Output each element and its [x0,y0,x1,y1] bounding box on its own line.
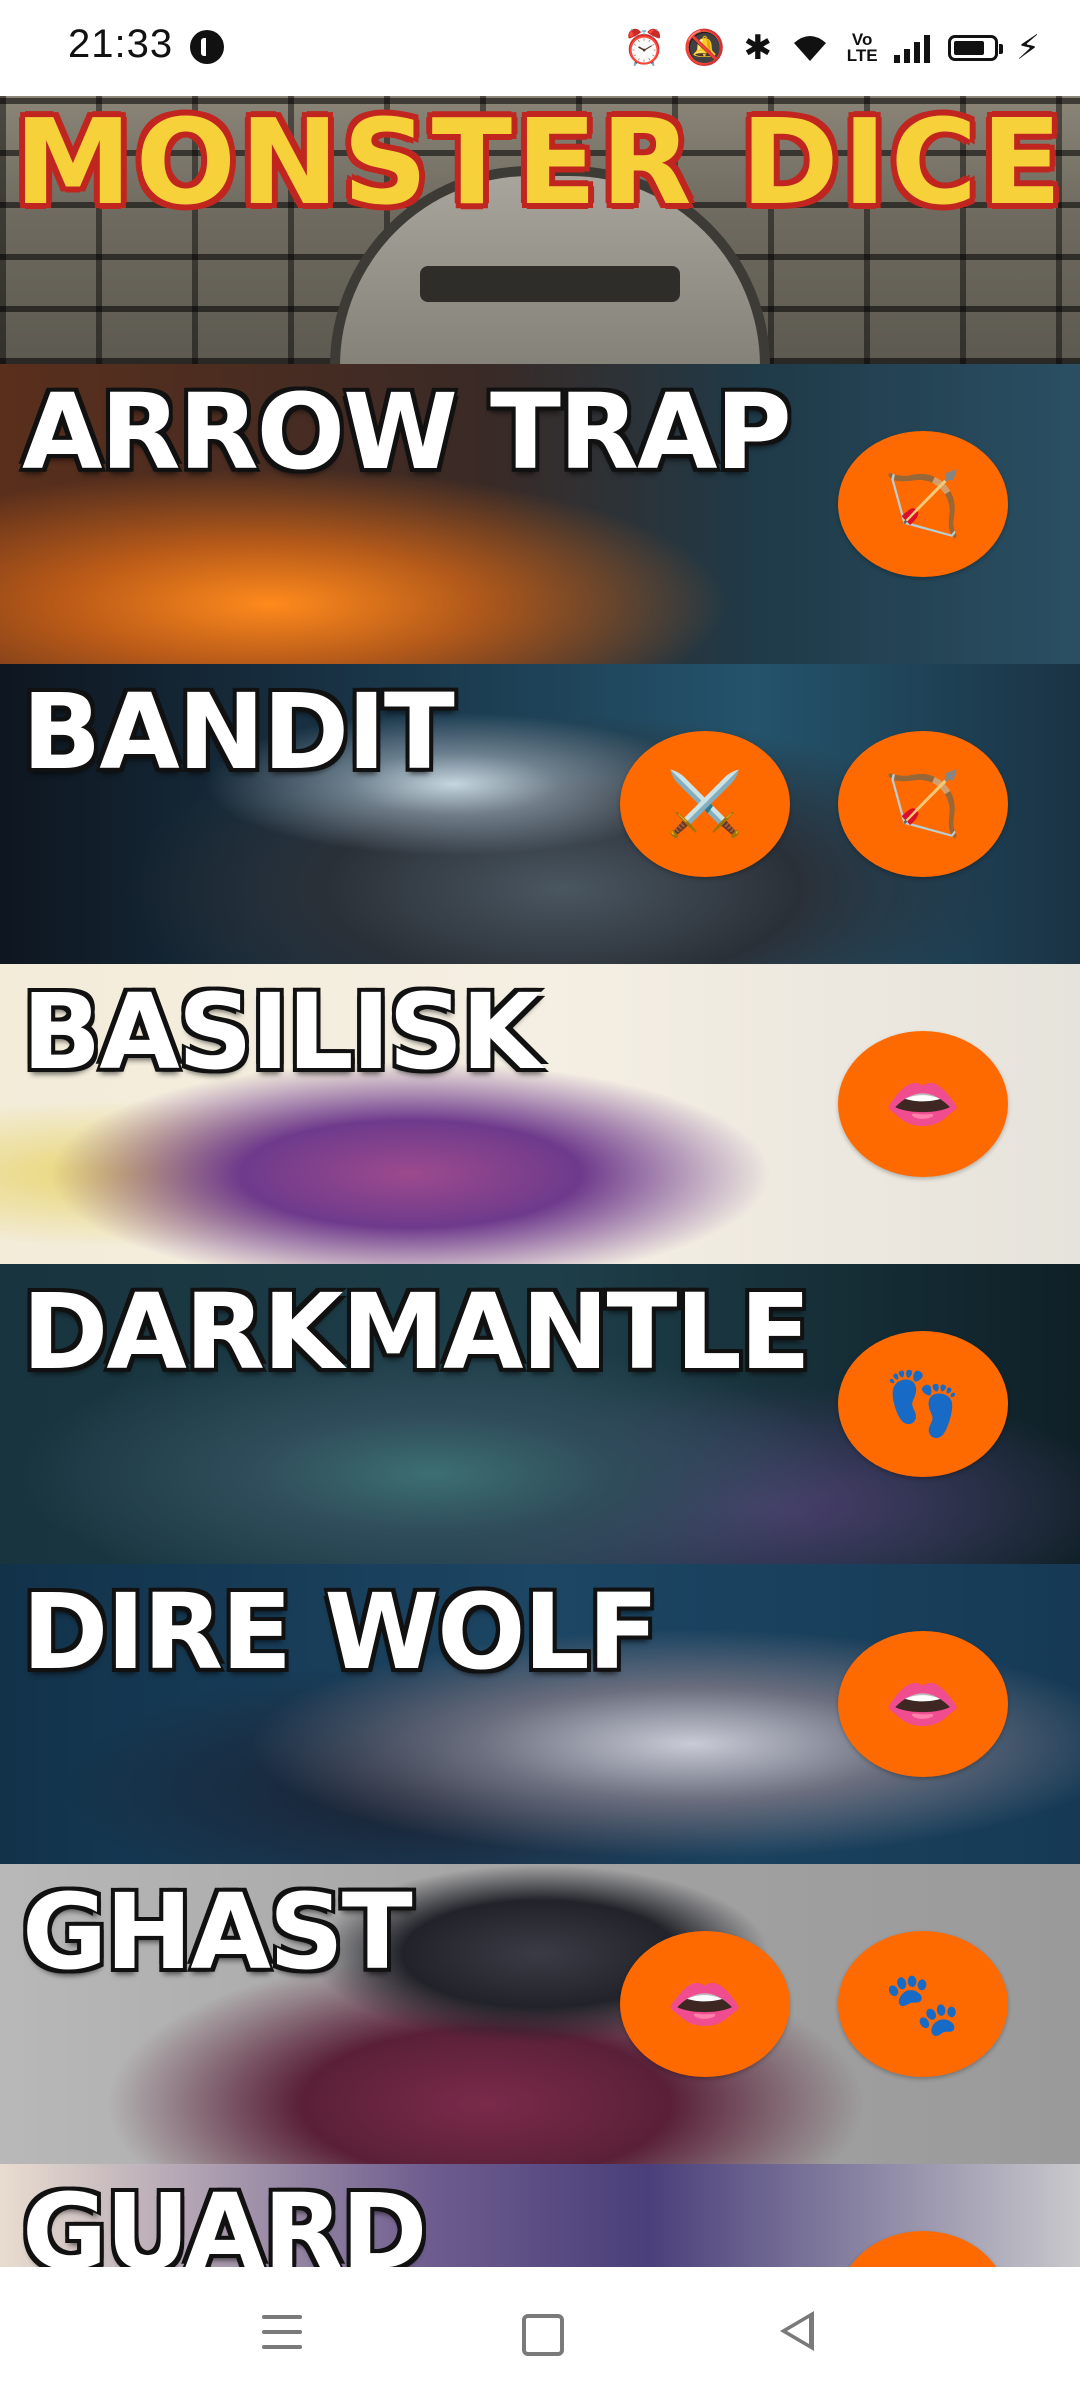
die-button-swords[interactable]: ⚔️ [620,731,790,877]
alarm-icon: ⏰ [622,29,666,67]
die-button-paw[interactable]: 🐾 [838,1931,1008,2077]
monster-name: DIRE WOLF [22,1571,659,1693]
mouth-icon: 👄 [884,1069,962,1139]
bow-and-arrow-icon: 🏹 [884,469,962,539]
monster-name: BANDIT [22,671,455,793]
page-title: MONSTER DICE [14,96,1066,231]
menu-icon [262,2315,302,2319]
die-button-mouth[interactable]: 👄 [620,1931,790,2077]
charging-icon: ⚡ [1016,29,1040,67]
status-icons: ⏰ 🔕 ✱ Vo LTE ⚡ [623,24,1040,72]
mouth-icon: 👄 [884,1669,962,1739]
signal-icon [894,33,931,63]
bow-and-arrow-icon: 🏹 [884,769,962,839]
monster-card-bandit[interactable]: BANDIT ⚔️ 🏹 [0,664,1080,964]
die-button-mouth[interactable]: 👄 [838,1031,1008,1177]
monster-name: GHAST [22,1871,413,1993]
app-notification-icon [190,30,224,64]
footprints-icon: 👣 [884,1369,962,1439]
die-button-mouth[interactable]: 👄 [838,1631,1008,1777]
bluetooth-icon: ✱ [743,29,773,67]
battery-icon [948,35,1004,61]
back-button[interactable] [780,2311,814,2351]
monster-name: GUARD [22,2171,428,2267]
mouth-icon: 👄 [666,1969,744,2039]
mute-icon: 🔕 [683,29,726,67]
monster-name: ARROW TRAP [22,371,792,493]
monster-name: BASILISK [22,971,542,1093]
monster-list[interactable]: ARROW TRAP 🏹 BANDIT ⚔️ 🏹 BASILISK 👄 DARK… [0,364,1080,2267]
monster-card-darkmantle[interactable]: DARKMANTLE 👣 [0,1264,1080,1564]
monster-name: DARKMANTLE [22,1271,811,1393]
status-bar: 21:33 ⏰ 🔕 ✱ Vo LTE ⚡ [0,0,1080,96]
die-button-bow[interactable]: 🏹 [838,431,1008,577]
crossed-swords-icon: ⚔️ [666,769,744,839]
home-button[interactable] [522,2314,564,2356]
monster-card-arrow-trap[interactable]: ARROW TRAP 🏹 [0,364,1080,664]
status-time: 21:33 [68,22,174,66]
paw-prints-icon: 🐾 [884,1969,962,2039]
recent-apps-button[interactable] [262,2315,302,2353]
die-button-footprints[interactable]: 👣 [838,1331,1008,1477]
header-banner: MONSTER DICE [0,96,1080,364]
navigation-bar [0,2267,1080,2400]
die-button-bow[interactable]: 🏹 [838,731,1008,877]
volte-icon: Vo LTE [846,30,878,65]
monster-card-basilisk[interactable]: BASILISK 👄 [0,964,1080,1264]
wifi-icon [790,26,830,70]
monster-card-dire-wolf[interactable]: DIRE WOLF 👄 [0,1564,1080,1864]
monster-card-ghast[interactable]: GHAST 👄 🐾 [0,1864,1080,2164]
monster-card-guard[interactable]: GUARD [0,2164,1080,2267]
